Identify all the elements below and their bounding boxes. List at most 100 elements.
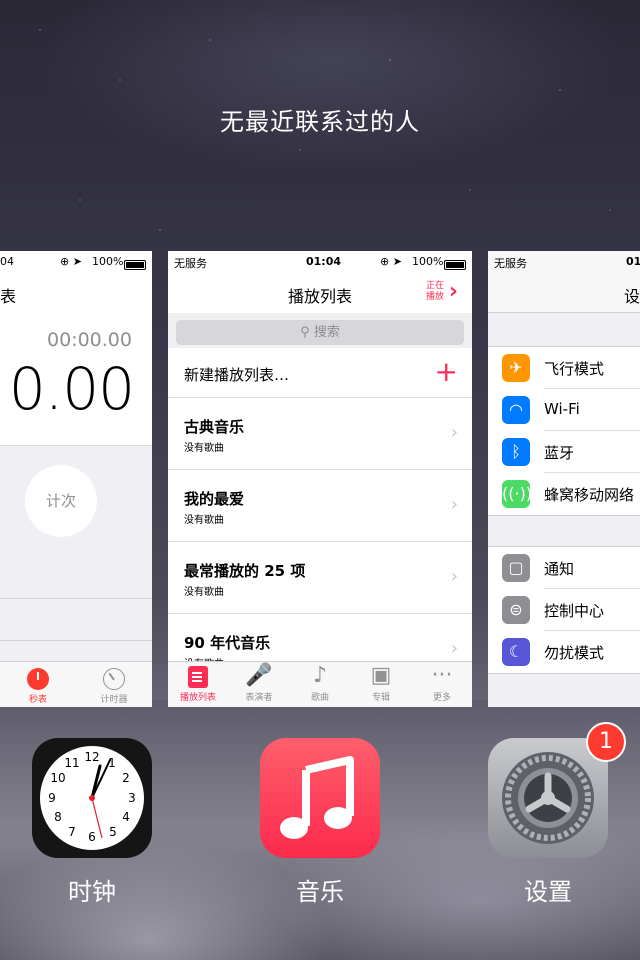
search-bar: ⚲ 搜索: [168, 313, 472, 348]
music-app-card[interactable]: 无服务 01:04 ⊕ ➤ 100% 播放列表 正在 播放 › ⚲ 搜索 新建播…: [168, 251, 472, 707]
svg-text:3: 3: [128, 791, 136, 805]
lap-button[interactable]: 计次: [25, 465, 97, 537]
timer-icon: [103, 668, 125, 690]
plus-icon: +: [434, 355, 458, 388]
settings-group-connectivity: ✈ 飞行模式 ◠ Wi-Fi ᛒ 蓝牙 ((·)) 蜂窝移动网络: [488, 346, 640, 516]
svg-text:7: 7: [68, 825, 76, 839]
search-placeholder: 搜索: [313, 325, 340, 340]
settings-app-icon[interactable]: 1 设置: [488, 722, 626, 907]
tab-label: 秒表: [28, 695, 47, 705]
main-time: 0.00: [8, 355, 135, 423]
playlist-name: 古典音乐: [184, 418, 245, 436]
list-item[interactable]: 古典音乐 没有歌曲 ›: [168, 398, 472, 470]
tab-stopwatch[interactable]: 秒表: [22, 666, 54, 705]
svg-text:12: 12: [84, 750, 99, 764]
settings-row-label: 蜂窝移动网络: [544, 486, 635, 504]
settings-row-bluetooth[interactable]: ᛒ 蓝牙: [488, 431, 640, 473]
settings-row-wifi[interactable]: ◠ Wi-Fi: [488, 389, 640, 431]
svg-text:10: 10: [50, 771, 65, 785]
list-item[interactable]: 最常播放的 25 项 没有歌曲 ›: [168, 542, 472, 614]
chevron-right-icon: ›: [450, 494, 458, 515]
tab-playlists[interactable]: 播放列表: [168, 662, 228, 703]
settings-row-control-center[interactable]: ⊜ 控制中心: [488, 589, 640, 631]
tab-label: 歌曲: [310, 693, 329, 703]
divider: [0, 598, 152, 599]
playlist-subtitle: 没有歌曲: [184, 515, 224, 526]
list-item[interactable]: 我的最爱 没有歌曲 ›: [168, 470, 472, 542]
tab-label: 更多: [432, 693, 451, 703]
tab-artists[interactable]: 🎤 表演者: [229, 662, 289, 703]
settings-row-notifications[interactable]: ▢ 通知: [488, 547, 640, 589]
svg-text:4: 4: [122, 810, 130, 824]
chevron-right-icon: ›: [450, 638, 458, 659]
settings-row-airplane[interactable]: ✈ 飞行模式: [488, 347, 640, 389]
tab-label: 播放列表: [179, 693, 216, 703]
settings-group-system: ▢ 通知 ⊜ 控制中心 ☾ 勿扰模式: [488, 546, 640, 674]
tab-label: 专辑: [371, 693, 390, 703]
moon-icon: ☾: [502, 638, 530, 666]
carrier-label: 无服务: [174, 257, 207, 270]
clock-icon: 12 1 2 3 4 5 6 7 8 9 10 11: [32, 738, 152, 858]
tab-label: 表演者: [245, 693, 273, 703]
app-name: 时钟: [68, 878, 116, 906]
no-recent-contacts-label: 无最近联系过的人: [220, 108, 420, 136]
svg-text:11: 11: [64, 756, 79, 770]
clock-app-icon[interactable]: 12 1 2 3 4 5 6 7 8 9 10 11 时钟: [32, 738, 152, 907]
playlist-icon: [168, 662, 228, 690]
tab-songs[interactable]: ♪ 歌曲: [290, 662, 350, 703]
divider: [0, 640, 152, 641]
now-playing-button[interactable]: 正在 播放 ›: [422, 281, 458, 303]
settings-row-label: 勿扰模式: [544, 644, 605, 662]
chevron-right-icon: ›: [448, 279, 458, 304]
tab-albums[interactable]: ▣ 专辑: [351, 662, 411, 703]
music-app-icon[interactable]: 音乐: [260, 738, 380, 907]
status-bar: 无服务 01:04 ⊕ ➤ 100%: [168, 251, 472, 271]
music-note-icon: [260, 738, 380, 858]
playlist-name: 最常播放的 25 项: [184, 562, 306, 580]
settings-row-label: 通知: [544, 560, 575, 578]
app-name: 设置: [524, 878, 572, 906]
search-input[interactable]: ⚲ 搜索: [176, 320, 464, 345]
page-title: 设: [624, 287, 640, 306]
status-time: 01:: [626, 255, 640, 268]
settings-row-label: 控制中心: [544, 602, 605, 620]
settings-app-card[interactable]: 无服务 01: 设 ✈ 飞行模式 ◠ Wi-Fi ᛒ 蓝牙 ((·)) 蜂窝移动…: [488, 251, 640, 707]
album-icon: ▣: [370, 663, 392, 688]
location-icon: ⊕ ➤: [60, 255, 82, 268]
cellular-icon: ((·)): [502, 480, 532, 508]
stopwatch-controls: 计次: [0, 446, 152, 661]
stopwatch-display-area: 表 00:00.00 0.00: [0, 271, 152, 446]
status-bar: 04 ⊕ ➤ 100%: [0, 251, 152, 271]
tab-label: 计时器: [100, 695, 128, 705]
settings-row-cellular[interactable]: ((·)) 蜂窝移动网络: [488, 473, 640, 515]
settings-row-label: 蓝牙: [544, 444, 575, 462]
tab-more[interactable]: ··· 更多: [412, 662, 472, 703]
nav-bar: 设: [488, 271, 640, 313]
gear-icon: 1: [488, 722, 626, 858]
airplane-icon: ✈: [502, 354, 530, 382]
app-name: 音乐: [296, 878, 344, 906]
artist-icon: 🎤: [245, 663, 273, 688]
tab-bar: 播放列表 🎤 表演者 ♪ 歌曲 ▣ 专辑 ··· 更多: [168, 661, 472, 707]
new-playlist-row[interactable]: 新建播放列表… +: [168, 348, 472, 398]
search-icon: ⚲: [300, 325, 310, 340]
playlist-subtitle: 没有歌曲: [184, 443, 224, 454]
playlist-name: 我的最爱: [184, 490, 245, 508]
page-title: 表: [0, 287, 17, 306]
chevron-right-icon: ›: [450, 566, 458, 587]
notification-badge: 1: [586, 722, 626, 762]
settings-row-do-not-disturb[interactable]: ☾ 勿扰模式: [488, 631, 640, 673]
battery-percent: 100%: [412, 255, 444, 268]
status-bar: 无服务 01:: [488, 251, 640, 271]
new-playlist-label: 新建播放列表…: [184, 366, 290, 384]
clock-app-card[interactable]: 04 ⊕ ➤ 100% 表 00:00.00 0.00 计次 秒表 计时器: [0, 251, 152, 707]
carrier-label: 无服务: [494, 257, 527, 270]
svg-text:8: 8: [54, 810, 62, 824]
more-icon: ···: [431, 663, 453, 688]
playlist-name: 90 年代音乐: [184, 634, 271, 652]
svg-text:9: 9: [48, 791, 56, 805]
location-icon: ⊕ ➤: [380, 255, 402, 268]
settings-row-label: 飞行模式: [544, 360, 605, 378]
tab-timer[interactable]: 计时器: [96, 666, 132, 705]
bluetooth-icon: ᛒ: [502, 438, 530, 466]
